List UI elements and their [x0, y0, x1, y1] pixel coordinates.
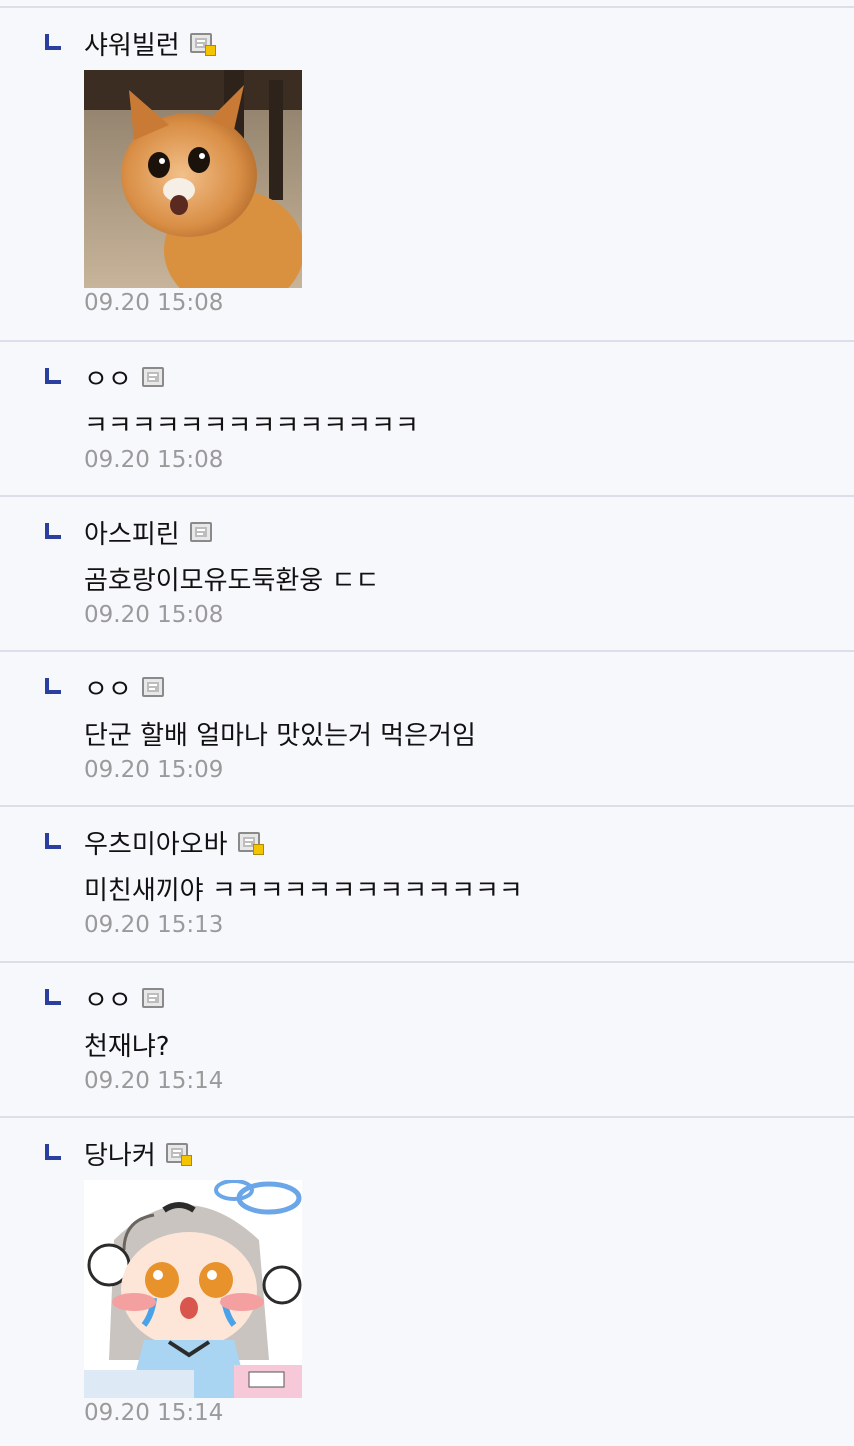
gallog-icon[interactable] — [165, 1143, 192, 1166]
crying-anime-girl-sticker[interactable] — [84, 1180, 302, 1398]
comment-item: ㅇㅇ ㅋㅋㅋㅋㅋㅋㅋㅋㅋㅋㅋㅋㅋㅋ 09.20 15:08 — [0, 342, 854, 497]
gallog-icon[interactable] — [141, 367, 164, 387]
reply-arrow-icon — [45, 1144, 61, 1160]
comment-timestamp: 09.20 15:13 — [84, 912, 224, 938]
comment-timestamp: 09.20 15:14 — [84, 1068, 224, 1094]
comment-nickname[interactable]: 당나커 — [84, 1135, 156, 1172]
comment-nickname[interactable]: 샤워빌런 — [84, 25, 180, 62]
comment-nickname[interactable]: 아스피린 — [84, 514, 180, 551]
comment-item: 우츠미아오바 미친새끼야 ㅋㅋㅋㅋㅋㅋㅋㅋㅋㅋㅋㅋㅋ 09.20 15:13 — [0, 807, 854, 963]
comment-text: ㅋㅋㅋㅋㅋㅋㅋㅋㅋㅋㅋㅋㅋㅋ — [84, 411, 419, 441]
comment-timestamp: 09.20 15:09 — [84, 757, 224, 783]
gallog-icon[interactable] — [189, 522, 212, 542]
gallog-icon[interactable] — [189, 33, 216, 56]
comment-timestamp: 09.20 15:14 — [84, 1400, 224, 1426]
reply-arrow-icon — [45, 678, 61, 694]
comment-nickname[interactable]: ㅇㅇ — [84, 980, 132, 1017]
comment-item: ㅇㅇ 천재냐? 09.20 15:14 — [0, 963, 854, 1118]
reply-arrow-icon — [45, 523, 61, 539]
reply-arrow-icon — [45, 989, 61, 1005]
comment-nickname[interactable]: ㅇㅇ — [84, 359, 132, 396]
gallog-icon[interactable] — [141, 988, 164, 1008]
comment-item: 아스피린 곰호랑이모유도둑환웅 ㄷㄷ 09.20 15:08 — [0, 497, 854, 652]
gallog-icon[interactable] — [141, 677, 164, 697]
comment-nickname[interactable]: ㅇㅇ — [84, 669, 132, 706]
gallog-icon[interactable] — [237, 832, 264, 855]
reply-arrow-icon — [45, 833, 61, 849]
comment-text: 미친새끼야 ㅋㅋㅋㅋㅋㅋㅋㅋㅋㅋㅋㅋㅋ — [84, 876, 523, 906]
comment-text: 단군 할배 얼마나 맛있는거 먹은거임 — [84, 721, 476, 751]
crying-cat-image[interactable] — [84, 70, 302, 288]
comment-timestamp: 09.20 15:08 — [84, 447, 224, 473]
comment-item: ㅇㅇ 단군 할배 얼마나 맛있는거 먹은거임 09.20 15:09 — [0, 652, 854, 807]
comment-timestamp: 09.20 15:08 — [84, 290, 224, 316]
reply-arrow-icon — [45, 368, 61, 384]
comment-text: 천재냐? — [84, 1032, 170, 1062]
comment-nickname[interactable]: 우츠미아오바 — [84, 824, 228, 861]
comment-text: 곰호랑이모유도둑환웅 ㄷㄷ — [84, 566, 380, 596]
comment-item: 당나커 09.20 15:14 — [0, 1118, 854, 1446]
reply-arrow-icon — [45, 34, 61, 50]
comment-timestamp: 09.20 15:08 — [84, 602, 224, 628]
comment-item: 샤워빌런 09.20 15:08 — [0, 8, 854, 342]
